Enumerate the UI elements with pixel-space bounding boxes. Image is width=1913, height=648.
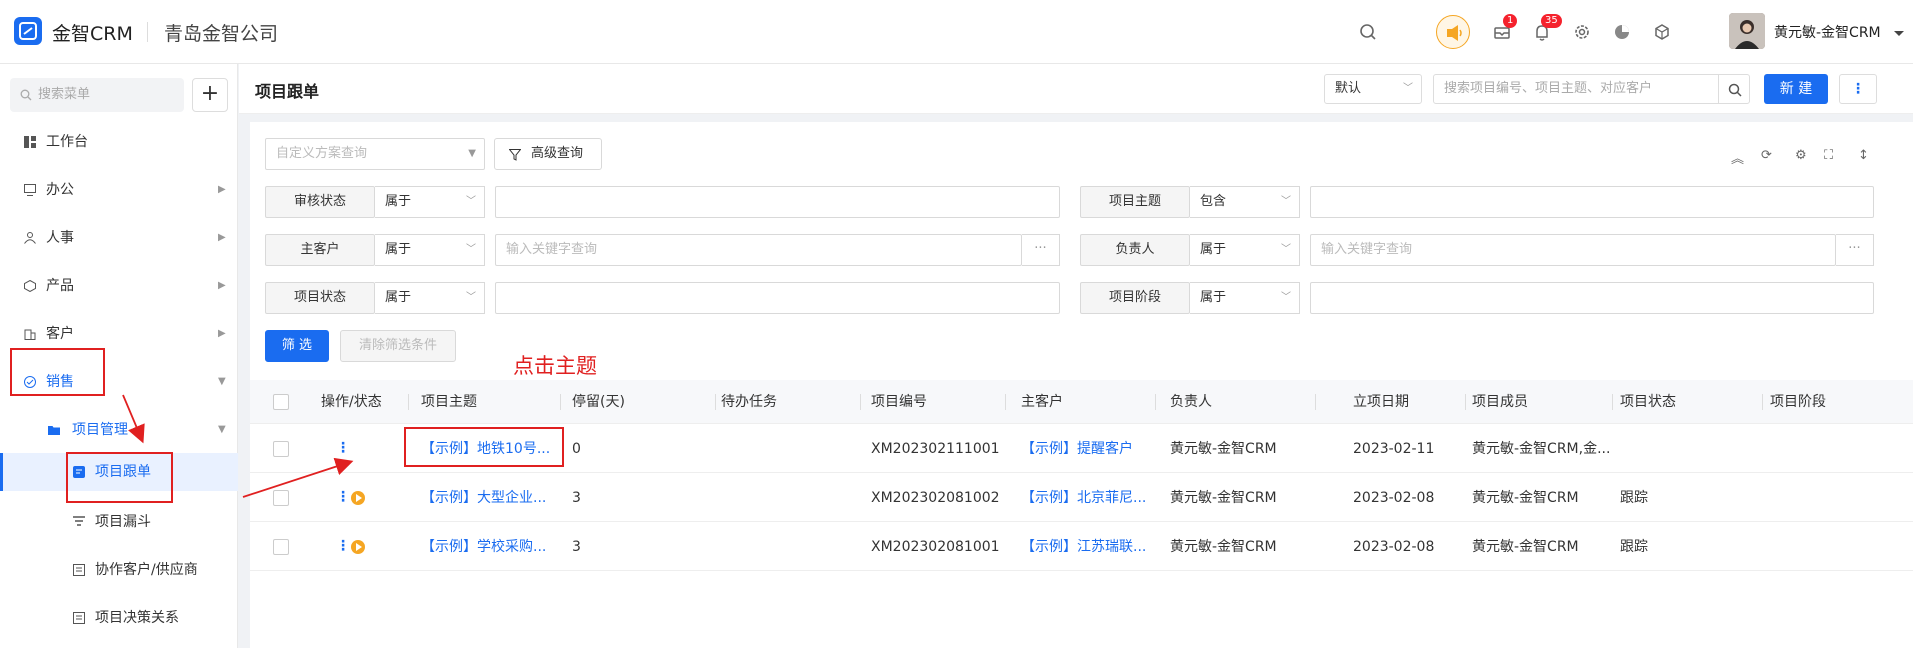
annotation-arrows [122, 394, 354, 498]
